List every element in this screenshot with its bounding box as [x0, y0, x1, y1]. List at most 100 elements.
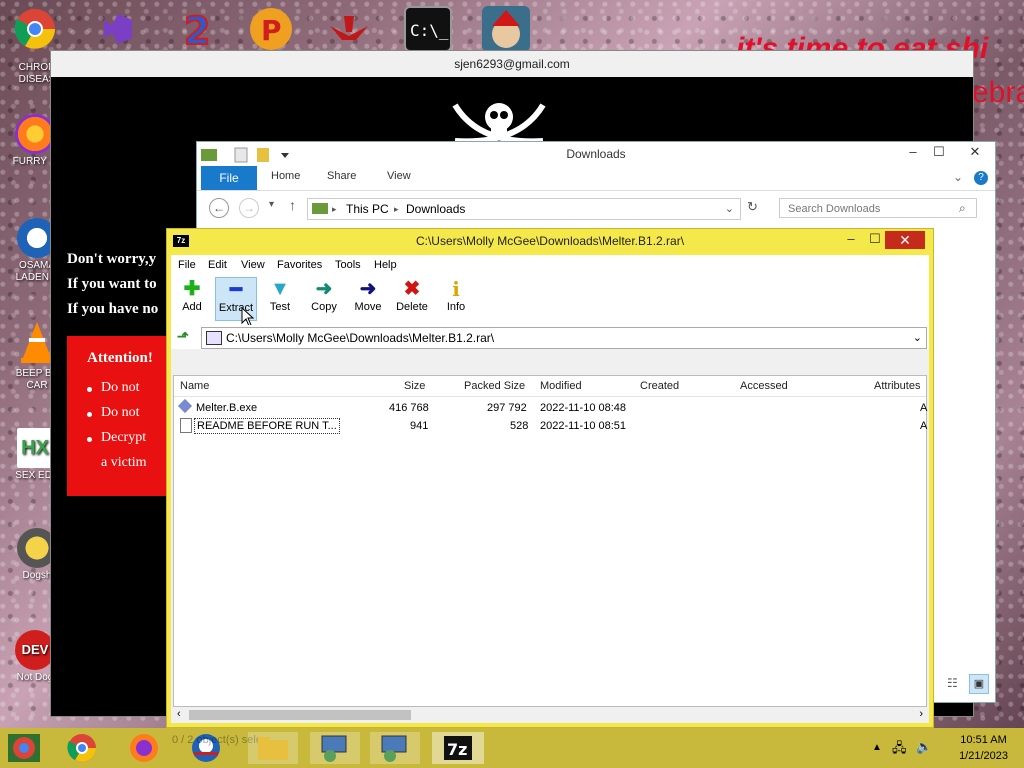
copy-label: Copy — [311, 301, 337, 313]
move-button[interactable]: ➜ Move — [347, 277, 389, 321]
breadcrumb-downloads[interactable]: Downloads — [406, 199, 465, 219]
tab-file[interactable]: File — [201, 166, 257, 190]
file-modified: 2022-11-10 08:48 — [540, 402, 627, 414]
visual-studio-icon[interactable] — [94, 6, 142, 52]
extract-icon: ━ — [229, 279, 243, 301]
file-list: Name Size Packed Size Modified Created A… — [173, 375, 927, 707]
sevenzip-titlebar: 7z C:\Users\Molly McGee\Downloads\Melter… — [167, 229, 933, 253]
menu-help[interactable]: Help — [374, 259, 397, 271]
svg-text:7z: 7z — [447, 740, 467, 759]
file-row[interactable]: README BEFORE RUN T... 941 528 2022-11-1… — [174, 417, 927, 435]
explorer-path[interactable]: ▸ This PC ▸ Downloads ⌄ — [307, 198, 741, 220]
copy-icon: ➜ — [315, 278, 333, 300]
move-icon: ➜ — [359, 278, 377, 300]
attention-item-extra: a victim — [101, 455, 147, 470]
chrome-desktop-icon[interactable] — [12, 6, 62, 52]
network-computer-icon — [321, 735, 347, 762]
maximize-button[interactable]: ☐ — [925, 142, 953, 162]
sevenzip-address-text: C:\Users\Molly McGee\Downloads\Melter.B1… — [226, 331, 495, 345]
archive-icon — [206, 331, 222, 345]
taskbar-app-1[interactable] — [310, 732, 360, 764]
sevenzip-address-field[interactable]: C:\Users\Molly McGee\Downloads\Melter.B1… — [201, 327, 927, 349]
menu-bar: File Edit View Favorites Tools Help — [171, 255, 929, 275]
sevenzip-window: 7z C:\Users\Molly McGee\Downloads\Melter… — [166, 228, 934, 728]
ransom-line-3: If you have no — [67, 301, 159, 317]
taskbar-7zip[interactable]: 7z — [432, 732, 484, 764]
start-chrome-icon — [8, 734, 40, 762]
breadcrumb-this-pc[interactable]: This PC — [346, 199, 389, 219]
help-icon[interactable]: ? — [974, 171, 988, 185]
taskbar-firefox[interactable] — [124, 732, 170, 764]
tray-chevron-icon[interactable]: ▲ — [872, 742, 882, 753]
up-icon[interactable]: ↑ — [289, 197, 296, 213]
sevenzip-toolbar: ✚ Add ━ Extract ▼ Test ➜ Copy ➜ Move ✖ D… — [171, 275, 929, 327]
volume-tray-icon[interactable]: 🔈 — [916, 739, 932, 755]
menu-view[interactable]: View — [241, 259, 265, 271]
menu-tools[interactable]: Tools — [335, 259, 361, 271]
app-icon-p[interactable]: P — [248, 6, 296, 52]
chevron-down-icon[interactable]: ⌄ — [953, 170, 963, 184]
back-icon[interactable]: ← — [209, 198, 229, 218]
test-icon: ▼ — [270, 278, 290, 300]
cmd-icon[interactable]: C:\_ — [404, 6, 452, 52]
large-icons-view-icon[interactable]: ▣ — [969, 674, 989, 694]
taskbar-chrome[interactable] — [62, 732, 108, 764]
horizontal-scrollbar[interactable]: ‹ › — [173, 707, 927, 723]
minimize-button[interactable]: – — [899, 142, 927, 162]
app-icon-santa[interactable] — [482, 6, 530, 52]
recent-chevron-icon[interactable]: ▾ — [269, 199, 274, 210]
taskbar-app-2[interactable] — [370, 732, 420, 764]
file-packed-size: 528 — [510, 420, 529, 432]
attention-item: Do not — [101, 380, 140, 395]
explorer-titlebar: Downloads – ☐ ✕ — [197, 142, 995, 166]
delete-button[interactable]: ✖ Delete — [391, 277, 433, 321]
file-row[interactable]: Melter.B.exe 416 768 297 792 2022-11-10 … — [174, 398, 928, 417]
tab-view[interactable]: View — [387, 170, 411, 182]
scrollbar-thumb[interactable] — [189, 710, 411, 720]
app-icon-red[interactable] — [326, 6, 374, 52]
column-packed-size[interactable]: Packed Size — [464, 380, 525, 392]
details-view-icon[interactable]: ☷ — [947, 676, 958, 690]
menu-edit[interactable]: Edit — [208, 259, 227, 271]
network-tray-icon[interactable]: 🖧 — [892, 739, 907, 761]
info-button[interactable]: i Info — [435, 277, 477, 321]
tab-share[interactable]: Share — [327, 170, 356, 182]
refresh-icon[interactable]: ↻ — [747, 199, 758, 215]
wallpaper-text-2: ebra — [972, 76, 1024, 109]
address-dropdown-icon[interactable]: ⌄ — [913, 328, 922, 348]
sevenzip-address-row: ⬏ C:\Users\Molly McGee\Downloads\Melter.… — [171, 325, 929, 349]
column-size[interactable]: Size — [404, 380, 425, 392]
up-folder-icon[interactable]: ⬏ — [177, 328, 193, 344]
sevenzip-body: File Edit View Favorites Tools Help ✚ Ad… — [171, 255, 929, 723]
column-modified[interactable]: Modified — [540, 380, 582, 392]
system-clock[interactable]: 10:51 AM 1/21/2023 — [959, 732, 1008, 764]
menu-favorites[interactable]: Favorites — [277, 259, 322, 271]
close-button[interactable]: ✕ — [955, 142, 995, 162]
file-attributes: A — [920, 402, 928, 414]
column-attributes[interactable]: Attributes — [874, 380, 920, 392]
text-file-icon — [180, 418, 192, 433]
search-input[interactable]: Search Downloads — [779, 198, 977, 218]
delete-icon: ✖ — [403, 278, 421, 300]
column-created[interactable]: Created — [640, 380, 679, 392]
taskbar-file-explorer[interactable] — [248, 732, 298, 764]
column-name[interactable]: Name — [180, 380, 209, 392]
test-label: Test — [269, 301, 291, 313]
app-icon-2[interactable]: 2 — [172, 6, 220, 54]
add-button[interactable]: ✚ Add — [171, 277, 213, 321]
attention-title: Attention! — [87, 350, 153, 366]
start-button[interactable] — [4, 732, 50, 764]
test-button[interactable]: ▼ Test — [259, 277, 301, 321]
scroll-left-icon[interactable]: ‹ — [177, 708, 181, 720]
menu-file[interactable]: File — [178, 259, 196, 271]
path-dropdown-icon[interactable]: ⌄ — [725, 199, 734, 219]
column-accessed[interactable]: Accessed — [740, 380, 788, 392]
ransom-line-1: Don't worry,y — [67, 251, 157, 267]
ransom-title: sjen6293@gmail.com — [51, 51, 973, 77]
hex-editor-icon: HX — [17, 428, 53, 468]
close-button[interactable]: ✕ — [885, 231, 925, 249]
forward-icon[interactable]: → — [239, 198, 259, 218]
tab-home[interactable]: Home — [271, 170, 300, 182]
scroll-right-icon[interactable]: › — [919, 708, 923, 720]
copy-button[interactable]: ➜ Copy — [303, 277, 345, 321]
